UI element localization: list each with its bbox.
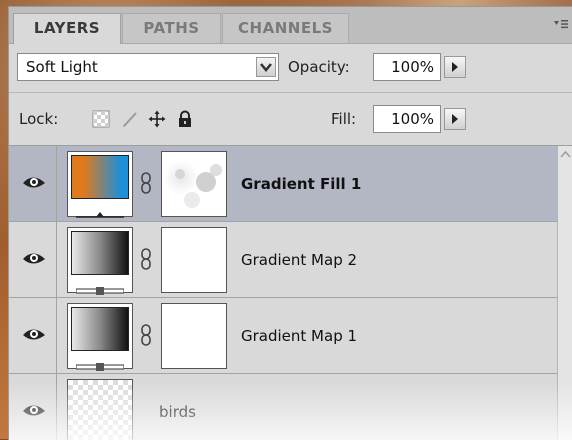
layer-name: birds	[159, 403, 196, 421]
fill-input[interactable]: 100%	[373, 105, 441, 133]
chain-link-icon[interactable]	[140, 324, 152, 346]
layer-name: Gradient Map 2	[241, 251, 358, 269]
eye-icon	[23, 405, 45, 416]
lock-label: Lock:	[19, 110, 59, 128]
tab-channels[interactable]: CHANNELS	[222, 13, 349, 43]
gradient-map-adjustment-icon	[75, 280, 125, 295]
layers-list: Gradient Fill 1 Gradient Map 2 Gradient …	[9, 146, 557, 440]
scroll-up-icon[interactable]	[559, 148, 572, 161]
visibility-toggle[interactable]	[9, 222, 57, 297]
layer-row-gradient-map-1[interactable]: Gradient Map 1	[9, 298, 557, 374]
gradient-fill-preview	[71, 155, 129, 199]
opacity-slider-arrow-icon[interactable]	[444, 56, 466, 78]
layers-panel: LAYERS PATHS CHANNELS Soft Light Opacity…	[8, 6, 572, 440]
fill-label: Fill:	[331, 110, 357, 128]
visibility-toggle[interactable]	[9, 298, 57, 373]
layer-thumbnail	[67, 303, 133, 371]
layers-scrollbar[interactable]	[557, 146, 572, 440]
blend-mode-select[interactable]: Soft Light	[17, 53, 279, 81]
gradient-fill-adjustment-icon	[76, 204, 124, 218]
chain-link-icon[interactable]	[140, 248, 152, 270]
opacity-input[interactable]: 100%	[373, 53, 441, 81]
layer-mask-thumbnail[interactable]	[161, 151, 227, 217]
layer-mask-thumbnail[interactable]	[161, 303, 227, 369]
layer-row-birds[interactable]: birds	[9, 374, 557, 440]
layer-name: Gradient Fill 1	[241, 175, 362, 193]
gradient-map-preview	[71, 231, 129, 275]
gradient-map-preview	[71, 307, 129, 351]
gradient-map-adjustment-icon	[75, 356, 125, 371]
tab-layers[interactable]: LAYERS	[13, 13, 121, 44]
lock-row: Lock: Fill: 100%	[9, 93, 572, 146]
layer-name: Gradient Map 1	[241, 327, 358, 345]
visibility-toggle[interactable]	[9, 146, 57, 221]
layer-thumbnail	[67, 227, 133, 295]
eye-icon	[23, 329, 45, 340]
panel-menu-icon[interactable]	[553, 17, 569, 31]
opacity-label: Opacity:	[288, 58, 350, 76]
eye-icon	[23, 177, 45, 188]
layer-mask-thumbnail[interactable]	[161, 227, 227, 293]
fill-slider-arrow-icon[interactable]	[444, 108, 466, 130]
blend-mode-row: Soft Light Opacity: 100%	[9, 44, 572, 93]
lock-all-icon[interactable]	[176, 110, 194, 128]
layer-row-gradient-map-2[interactable]: Gradient Map 2	[9, 222, 557, 298]
eye-icon	[23, 253, 45, 264]
lock-transparent-pixels-icon[interactable]	[92, 110, 110, 128]
lock-position-icon[interactable]	[148, 110, 166, 128]
layer-thumbnail	[67, 151, 133, 218]
lock-image-pixels-icon[interactable]	[121, 110, 139, 128]
panel-tab-strip: LAYERS PATHS CHANNELS	[9, 7, 572, 44]
mask-preview	[175, 164, 222, 208]
layer-thumbnail-transparent	[67, 379, 133, 440]
blend-mode-value: Soft Light	[26, 58, 98, 76]
chain-link-icon[interactable]	[140, 172, 152, 194]
layer-row-gradient-fill-1[interactable]: Gradient Fill 1	[9, 146, 557, 222]
visibility-toggle[interactable]	[9, 374, 57, 440]
chevron-down-icon[interactable]	[256, 57, 276, 77]
tab-paths[interactable]: PATHS	[122, 13, 221, 43]
